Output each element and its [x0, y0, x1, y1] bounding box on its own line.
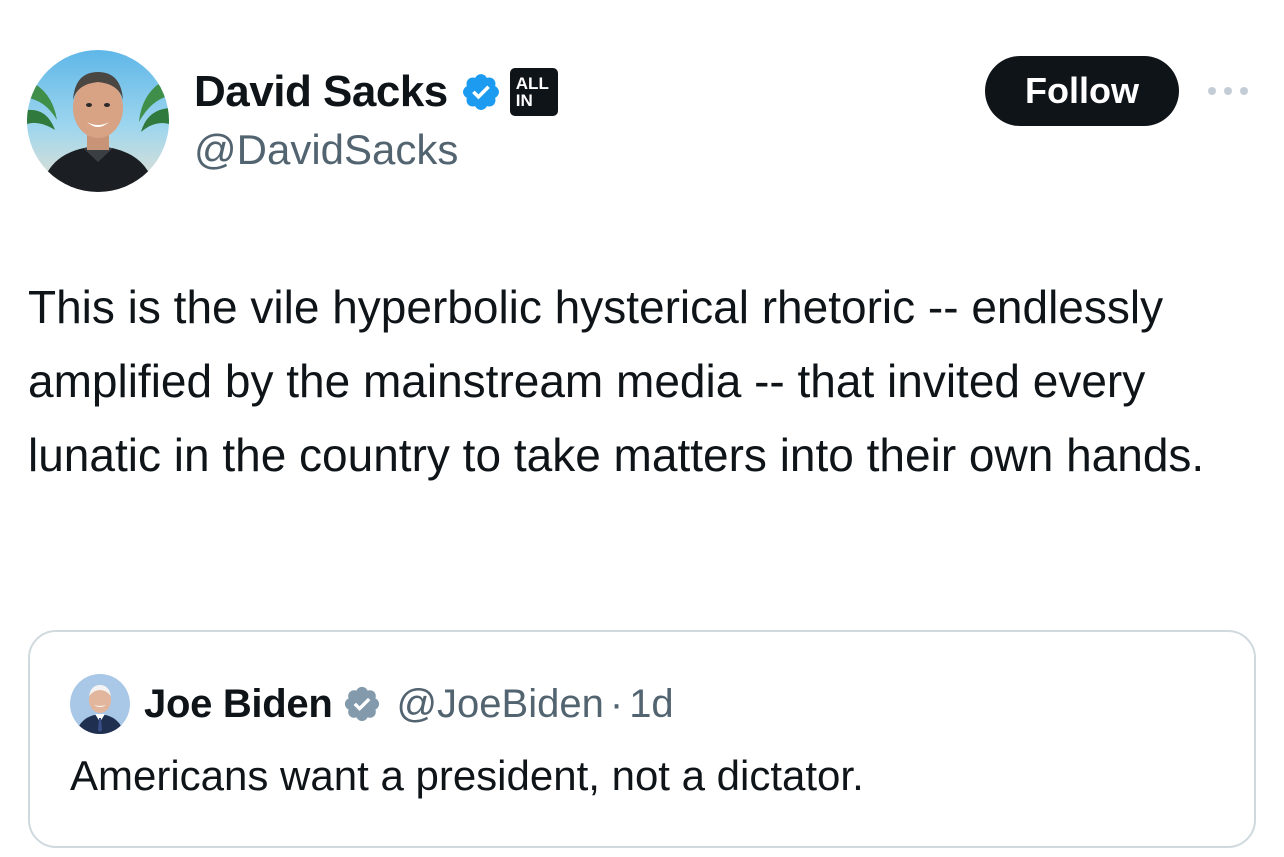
- quoted-tweet-text: Americans want a president, not a dictat…: [70, 752, 864, 799]
- quoted-tweet-card[interactable]: Joe Biden @JoeBiden · 1d Americans want …: [28, 630, 1256, 848]
- author-name-row: David Sacks ALL IN: [194, 64, 558, 120]
- quoted-separator: ·: [609, 681, 624, 726]
- affiliation-badge-line1: ALL: [515, 74, 549, 93]
- affiliation-badge-icon[interactable]: ALL IN: [509, 68, 558, 116]
- follow-button[interactable]: Follow: [985, 56, 1179, 126]
- quoted-tweet-header: Joe Biden @JoeBiden · 1d: [70, 672, 674, 736]
- quoted-author-name[interactable]: Joe Biden: [144, 682, 333, 727]
- more-options-icon[interactable]: [1203, 74, 1253, 108]
- author-display-name[interactable]: David Sacks: [194, 67, 448, 117]
- author-avatar[interactable]: [27, 50, 169, 192]
- tweet-text: This is the vile hyperbolic hysterical r…: [28, 281, 1205, 481]
- quoted-author-handle[interactable]: @JoeBiden: [396, 682, 603, 727]
- quoted-author-avatar[interactable]: [70, 674, 130, 734]
- verified-badge-icon[interactable]: [460, 71, 502, 113]
- author-handle[interactable]: @DavidSacks: [194, 126, 458, 174]
- affiliation-badge-line2: IN: [515, 91, 533, 110]
- government-verified-icon[interactable]: [342, 684, 382, 724]
- quoted-timestamp[interactable]: 1d: [629, 682, 674, 727]
